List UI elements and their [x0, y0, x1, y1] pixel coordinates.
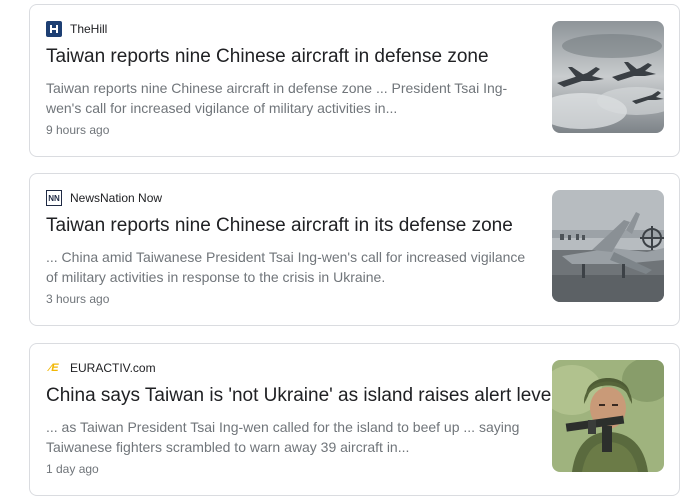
article-thumbnail[interactable] [552, 190, 664, 302]
news-source: NN NewsNation Now [46, 190, 162, 206]
article-time: 1 day ago [46, 462, 99, 476]
article-title[interactable]: Taiwan reports nine Chinese aircraft in … [46, 45, 536, 69]
euractiv-logo-icon: ⁄E [49, 362, 59, 374]
article-time: 9 hours ago [46, 123, 110, 137]
news-card[interactable]: NN NewsNation Now Taiwan reports nine Ch… [29, 173, 680, 326]
article-thumbnail[interactable] [552, 360, 664, 472]
news-feed: TheHill Taiwan reports nine Chinese airc… [0, 0, 696, 504]
newsnation-logo-icon: NN [46, 190, 62, 206]
news-source: TheHill [46, 21, 107, 37]
news-source: ⁄E EURACTIV.com [46, 360, 156, 376]
article-time: 3 hours ago [46, 292, 110, 306]
thehill-logo-icon [46, 21, 62, 37]
news-card[interactable]: ⁄E EURACTIV.com China says Taiwan is 'no… [29, 343, 680, 496]
source-name: NewsNation Now [70, 191, 163, 205]
article-snippet: Taiwan reports nine Chinese aircraft in … [46, 80, 508, 116]
news-card[interactable]: TheHill Taiwan reports nine Chinese airc… [29, 4, 680, 157]
article-title[interactable]: Taiwan reports nine Chinese aircraft in … [46, 214, 536, 238]
article-snippet: ... as Taiwan President Tsai Ing-wen cal… [46, 419, 520, 455]
source-name: EURACTIV.com [70, 361, 156, 375]
article-thumbnail[interactable] [552, 21, 664, 133]
source-name: TheHill [70, 22, 108, 36]
article-title[interactable]: China says Taiwan is 'not Ukraine' as is… [46, 384, 556, 408]
article-snippet: ... China amid Taiwanese President Tsai … [46, 249, 526, 285]
